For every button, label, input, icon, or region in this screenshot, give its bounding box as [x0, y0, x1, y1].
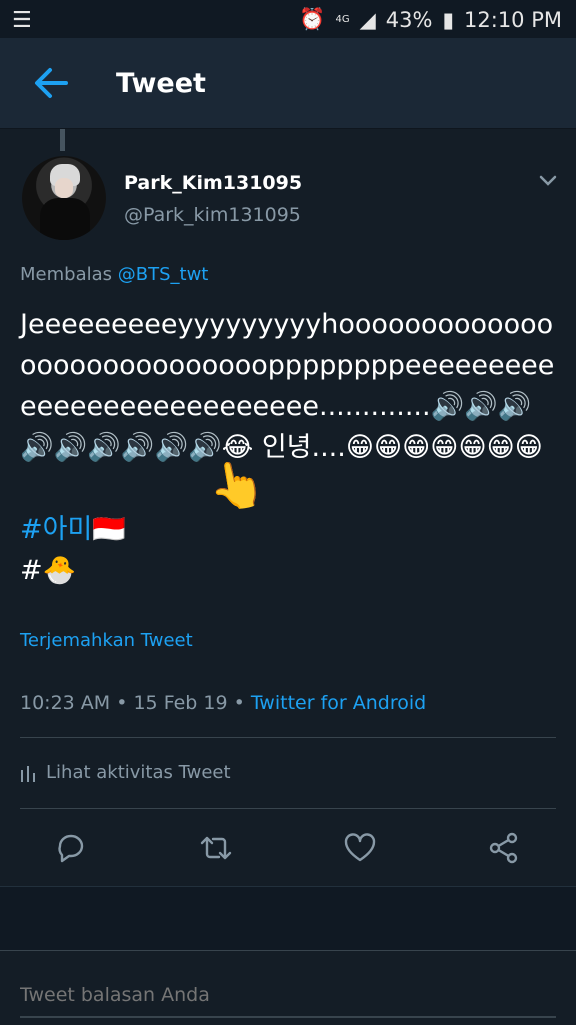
hashtag-chick[interactable]: #🐣: [20, 555, 76, 586]
list-icon: ☰: [12, 8, 32, 33]
replying-prefix: Membalas: [20, 264, 113, 285]
share-button[interactable]: [486, 830, 522, 866]
like-button[interactable]: [342, 830, 378, 866]
activity-label: Lihat aktivitas Tweet: [46, 762, 231, 783]
status-bar: ☰ ⏰ 4G ◢ 43% ▮ 12:10 PM: [0, 0, 576, 38]
hatching-chick-emoji: 🐣: [42, 555, 77, 586]
chevron-down-icon: [539, 175, 557, 186]
reply-input[interactable]: [20, 976, 556, 1014]
translate-tweet-link[interactable]: Terjemahkan Tweet: [20, 630, 193, 651]
signal-icon: ◢: [359, 7, 376, 32]
hashtag-ami[interactable]: #아미🇮🇩: [20, 514, 126, 545]
battery-icon: ▮: [442, 7, 455, 32]
tweet-activity-link[interactable]: Lihat aktivitas Tweet: [20, 762, 231, 783]
retweet-icon: [200, 836, 232, 860]
arrow-left-icon: [35, 68, 68, 98]
alarm-clock-icon: ⏰: [299, 7, 326, 31]
status-icons: ⏰ 4G ◢ 43% ▮ 12:10 PM: [299, 7, 562, 32]
back-button[interactable]: [30, 62, 72, 104]
page-title: Tweet: [116, 68, 206, 99]
tweet-menu-button[interactable]: [536, 168, 560, 192]
user-handle[interactable]: @Park_kim131095: [124, 204, 301, 226]
retweet-button[interactable]: [198, 830, 234, 866]
network-type: 4G: [335, 13, 350, 25]
reply-icon: [58, 834, 84, 863]
bar-chart-icon: [21, 765, 35, 782]
tweet-body: Jeeeeeeeeeyyyyyyyyyhoooooooooooooooooooo…: [20, 309, 555, 463]
reply-button[interactable]: [54, 830, 90, 866]
tweet-meta: 10:23 AM • 15 Feb 19 • Twitter for Andro…: [20, 692, 426, 714]
reply-input-underline: [20, 1016, 556, 1018]
mention-link[interactable]: @BTS_twt: [118, 264, 209, 285]
pointing-hand-emoji: 👆: [203, 453, 270, 517]
avatar[interactable]: [22, 156, 106, 240]
thread-line: [60, 129, 65, 151]
heart-icon: [344, 833, 376, 862]
replying-to: Membalas @BTS_twt: [20, 264, 208, 285]
tweet-text: Jeeeeeeeeeyyyyyyyyyhoooooooooooooooooooo…: [20, 304, 560, 591]
app-bar: Tweet: [0, 38, 576, 129]
tweet-timestamp: 10:23 AM • 15 Feb 19 •: [20, 692, 245, 714]
divider: [20, 737, 556, 738]
divider: [20, 808, 556, 809]
section-gap: [0, 886, 576, 951]
share-icon: [489, 832, 518, 864]
tweet-source-link[interactable]: Twitter for Android: [251, 692, 426, 714]
battery-percent: 43%: [385, 7, 433, 32]
display-name[interactable]: Park_Kim131095: [124, 172, 302, 194]
clock: 12:10 PM: [464, 7, 562, 32]
